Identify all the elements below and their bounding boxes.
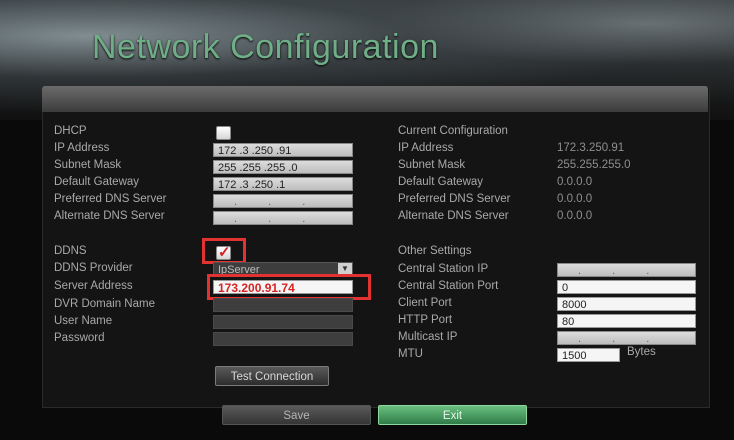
alternate-dns-label: Alternate DNS Server bbox=[54, 210, 165, 222]
central-station-ip-label: Central Station IP bbox=[398, 263, 489, 275]
ddns-label: DDNS bbox=[54, 245, 87, 257]
multicast-ip-field[interactable]: . . . bbox=[557, 331, 696, 345]
dvr-domain-field[interactable] bbox=[213, 298, 353, 312]
http-port-field[interactable]: 80 bbox=[557, 314, 696, 328]
current-alt-dns-label: Alternate DNS Server bbox=[398, 210, 509, 222]
current-ip-value: 172.3.250.91 bbox=[557, 142, 625, 154]
http-port-label: HTTP Port bbox=[398, 314, 453, 326]
user-name-field[interactable] bbox=[213, 315, 353, 329]
password-label: Password bbox=[54, 332, 105, 344]
user-name-label: User Name bbox=[54, 315, 113, 327]
subnet-mask-field[interactable]: 255 .255 .255 .0 bbox=[213, 160, 353, 174]
central-station-port-field[interactable]: 0 bbox=[557, 280, 696, 294]
current-subnet-label: Subnet Mask bbox=[398, 159, 466, 171]
test-connection-button[interactable]: Test Connection bbox=[215, 366, 329, 386]
current-configuration-label: Current Configuration bbox=[398, 125, 508, 137]
mtu-label: MTU bbox=[398, 348, 423, 360]
server-address-label: Server Address bbox=[54, 280, 133, 292]
ip-address-label: IP Address bbox=[54, 142, 110, 154]
password-field[interactable] bbox=[213, 332, 353, 346]
dhcp-checkbox[interactable] bbox=[216, 126, 231, 140]
central-station-port-label: Central Station Port bbox=[398, 280, 499, 292]
ddns-provider-label: DDNS Provider bbox=[54, 262, 133, 274]
dhcp-label: DHCP bbox=[54, 125, 87, 137]
multicast-ip-label: Multicast IP bbox=[398, 331, 458, 343]
default-gateway-label: Default Gateway bbox=[54, 176, 140, 188]
central-station-ip-field[interactable]: . . . bbox=[557, 263, 696, 277]
dvr-screen: Network Configuration DHCP IP Address 17… bbox=[0, 0, 734, 440]
current-gateway-label: Default Gateway bbox=[398, 176, 484, 188]
alternate-dns-field[interactable]: . . . bbox=[213, 211, 353, 225]
current-ip-label: IP Address bbox=[398, 142, 454, 154]
panel-title-bar bbox=[42, 86, 708, 112]
default-gateway-field[interactable]: 172 .3 .250 .1 bbox=[213, 177, 353, 191]
preferred-dns-field[interactable]: . . . bbox=[213, 194, 353, 208]
client-port-field[interactable]: 8000 bbox=[557, 297, 696, 311]
ip-address-field[interactable]: 172 .3 .250 .91 bbox=[213, 143, 353, 157]
subnet-mask-label: Subnet Mask bbox=[54, 159, 122, 171]
client-port-label: Client Port bbox=[398, 297, 452, 309]
current-alt-dns-value: 0.0.0.0 bbox=[557, 210, 593, 222]
ddns-highlight bbox=[202, 238, 246, 264]
current-pref-dns-value: 0.0.0.0 bbox=[557, 193, 593, 205]
server-address-highlight bbox=[207, 274, 371, 300]
current-subnet-value: 255.255.255.0 bbox=[557, 159, 631, 171]
current-gateway-value: 0.0.0.0 bbox=[557, 176, 593, 188]
exit-button[interactable]: Exit bbox=[378, 405, 527, 425]
mtu-unit-label: Bytes bbox=[627, 346, 656, 358]
save-button[interactable]: Save bbox=[222, 405, 371, 425]
dvr-domain-label: DVR Domain Name bbox=[54, 298, 155, 310]
page-title: Network Configuration bbox=[92, 28, 439, 66]
other-settings-label: Other Settings bbox=[398, 245, 472, 257]
mtu-field[interactable]: 1500 bbox=[557, 348, 620, 362]
preferred-dns-label: Preferred DNS Server bbox=[54, 193, 167, 205]
current-pref-dns-label: Preferred DNS Server bbox=[398, 193, 511, 205]
